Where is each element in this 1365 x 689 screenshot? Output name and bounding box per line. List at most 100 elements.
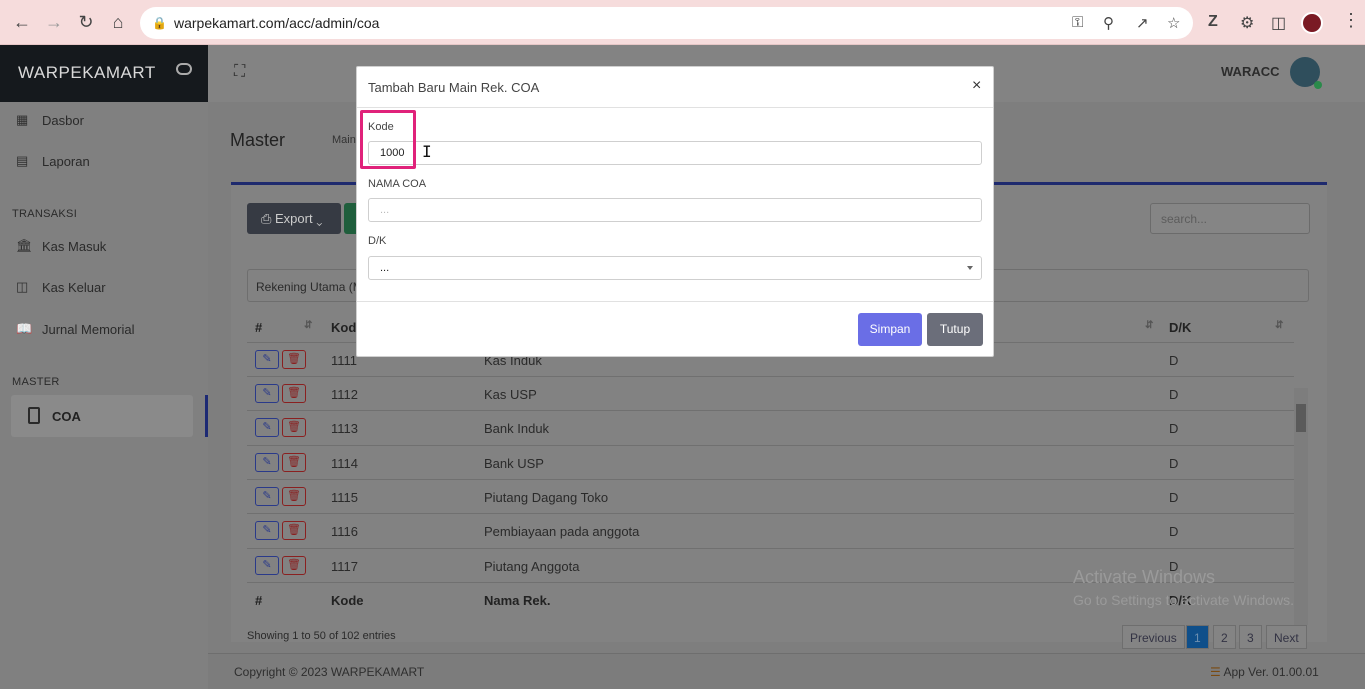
- trash-icon[interactable]: 🗑: [282, 521, 306, 540]
- header-dk[interactable]: D/K: [1169, 320, 1191, 335]
- bookmark-star-icon[interactable]: ☆: [1167, 14, 1180, 32]
- row-nama: Piutang Anggota: [484, 559, 580, 574]
- sort-icon[interactable]: ⇵: [304, 320, 312, 331]
- row-dk: D: [1169, 353, 1179, 368]
- dk-select-value: ...: [380, 262, 390, 274]
- url-text[interactable]: warpekamart.com/acc/admin/coa: [174, 15, 379, 31]
- trash-icon[interactable]: 🗑: [282, 384, 306, 403]
- browser-menu-icon[interactable]: ⋮: [1342, 10, 1360, 31]
- sidebar-item-dasbor[interactable]: ▦ Dasbor: [0, 102, 208, 140]
- export-button[interactable]: ⎙ Export ⌄: [247, 203, 341, 234]
- edit-icon[interactable]: ✎: [255, 418, 279, 437]
- windows-watermark-subtitle: Go to Settings to activate Windows.: [1073, 592, 1294, 608]
- book-icon: 📖: [16, 321, 33, 336]
- sidebar-item-coa[interactable]: COA: [11, 395, 193, 437]
- modal-footer-divider: [357, 301, 993, 302]
- trash-icon[interactable]: 🗑: [282, 418, 306, 437]
- row-kode: 1117: [331, 559, 358, 574]
- dk-select[interactable]: ...: [368, 256, 982, 280]
- footer-num: #: [255, 593, 263, 608]
- footer-kode: Kode: [331, 593, 364, 608]
- pagination-page-3[interactable]: 3: [1239, 625, 1262, 649]
- pagination-previous[interactable]: Previous: [1122, 625, 1185, 649]
- table-row: ✎ 🗑 1113 Bank Induk D: [247, 410, 1294, 444]
- sidebar-item-laporan[interactable]: ▤ Laporan: [0, 143, 208, 181]
- lock-icon: 🔒: [152, 16, 167, 30]
- row-kode: 1114: [331, 456, 358, 471]
- pagination-next[interactable]: Next: [1266, 625, 1307, 649]
- forward-icon[interactable]: →: [44, 12, 64, 32]
- layers-icon: ☰: [1210, 665, 1224, 679]
- sidebar-item-kas-masuk[interactable]: 🏛 Kas Masuk: [0, 228, 208, 266]
- table-scrollbar[interactable]: [1294, 388, 1308, 625]
- table-row: ✎ 🗑 1116 Pembiayaan pada anggota D: [247, 513, 1294, 547]
- version-label: App Ver. 01.00.01: [1223, 665, 1319, 679]
- nama-coa-input[interactable]: ...: [368, 198, 982, 222]
- back-icon[interactable]: ←: [12, 12, 32, 32]
- reload-icon[interactable]: ↻: [76, 12, 96, 32]
- address-bar[interactable]: 🔒 warpekamart.com/acc/admin/coa ⚿ ⚲ ↗ ☆: [140, 7, 1193, 39]
- sidebar-item-jurnal-memorial[interactable]: 📖 Jurnal Memorial: [0, 311, 208, 349]
- sidebar-item-label: Jurnal Memorial: [42, 322, 135, 337]
- sidebar: WARPEKAMART ▦ Dasbor ▤ Laporan TRANSAKSI…: [0, 45, 208, 689]
- search-input[interactable]: search...: [1150, 203, 1310, 234]
- edit-icon[interactable]: ✎: [255, 350, 279, 369]
- kode-input[interactable]: 1000: [368, 141, 982, 165]
- row-kode: 1112: [331, 387, 358, 402]
- kode-highlight-box: [360, 110, 416, 169]
- pagination-page-1[interactable]: 1: [1186, 625, 1209, 649]
- sidebar-toggle-icon[interactable]: [176, 63, 192, 75]
- save-button[interactable]: Simpan: [858, 313, 922, 346]
- sidebar-item-kas-keluar[interactable]: ◫ Kas Keluar: [0, 269, 208, 307]
- profile-avatar[interactable]: [1301, 12, 1323, 34]
- home-icon[interactable]: ⌂: [108, 12, 128, 32]
- trash-icon[interactable]: 🗑: [282, 556, 306, 575]
- table-row: ✎ 🗑 1114 Bank USP D: [247, 445, 1294, 479]
- extension-z-icon[interactable]: Z: [1208, 13, 1218, 31]
- close-button[interactable]: Tutup: [927, 313, 983, 346]
- fullscreen-icon[interactable]: ⛶: [234, 63, 245, 81]
- footer-nama: Nama Rek.: [484, 593, 551, 608]
- trash-icon[interactable]: 🗑: [282, 350, 306, 369]
- row-nama: Piutang Dagang Toko: [484, 490, 609, 505]
- trash-icon[interactable]: 🗑: [282, 453, 306, 472]
- sort-icon[interactable]: ⇵: [1275, 320, 1283, 331]
- scrollbar-thumb[interactable]: [1296, 404, 1306, 432]
- brand-bar: WARPEKAMART: [0, 45, 208, 102]
- user-name[interactable]: WARACC: [1221, 64, 1280, 79]
- user-avatar[interactable]: [1290, 57, 1322, 89]
- dk-label: D/K: [368, 235, 387, 247]
- document-icon: [28, 407, 40, 424]
- modal-header: Tambah Baru Main Rek. COA ×: [357, 67, 993, 108]
- section-header-master: MASTER: [12, 376, 60, 388]
- zoom-icon[interactable]: ⚲: [1103, 14, 1114, 32]
- row-kode: 1113: [331, 421, 358, 436]
- extensions-puzzle-icon[interactable]: ⚙: [1240, 13, 1254, 33]
- edit-icon[interactable]: ✎: [255, 556, 279, 575]
- nama-coa-label: NAMA COA: [368, 178, 427, 190]
- row-nama: Bank Induk: [484, 421, 550, 436]
- section-header-transaksi: TRANSAKSI: [12, 208, 78, 220]
- header-num[interactable]: #: [255, 320, 262, 335]
- breadcrumb[interactable]: Main: [332, 134, 356, 146]
- caret-down-icon: [967, 266, 973, 270]
- edit-icon[interactable]: ✎: [255, 487, 279, 506]
- sidebar-item-label: Dasbor: [42, 113, 84, 128]
- page-footer: Copyright © 2023 WARPEKAMART ☰ App Ver. …: [208, 653, 1365, 689]
- edit-icon[interactable]: ✎: [255, 453, 279, 472]
- row-dk: D: [1169, 490, 1179, 505]
- edit-icon[interactable]: ✎: [255, 521, 279, 540]
- key-icon[interactable]: ⚿: [1072, 14, 1083, 31]
- row-dk: D: [1169, 387, 1179, 402]
- money-icon: ◫: [16, 279, 29, 294]
- brand-logo[interactable]: WARPEKAMART: [18, 63, 156, 83]
- close-icon[interactable]: ×: [972, 77, 981, 95]
- share-icon[interactable]: ↗: [1136, 14, 1149, 32]
- trash-icon[interactable]: 🗑: [282, 487, 306, 506]
- sidepanel-icon[interactable]: ◫: [1271, 13, 1286, 33]
- row-dk: D: [1169, 456, 1179, 471]
- report-icon: ▤: [16, 153, 29, 168]
- edit-icon[interactable]: ✎: [255, 384, 279, 403]
- sort-icon[interactable]: ⇵: [1145, 320, 1153, 331]
- pagination-page-2[interactable]: 2: [1213, 625, 1236, 649]
